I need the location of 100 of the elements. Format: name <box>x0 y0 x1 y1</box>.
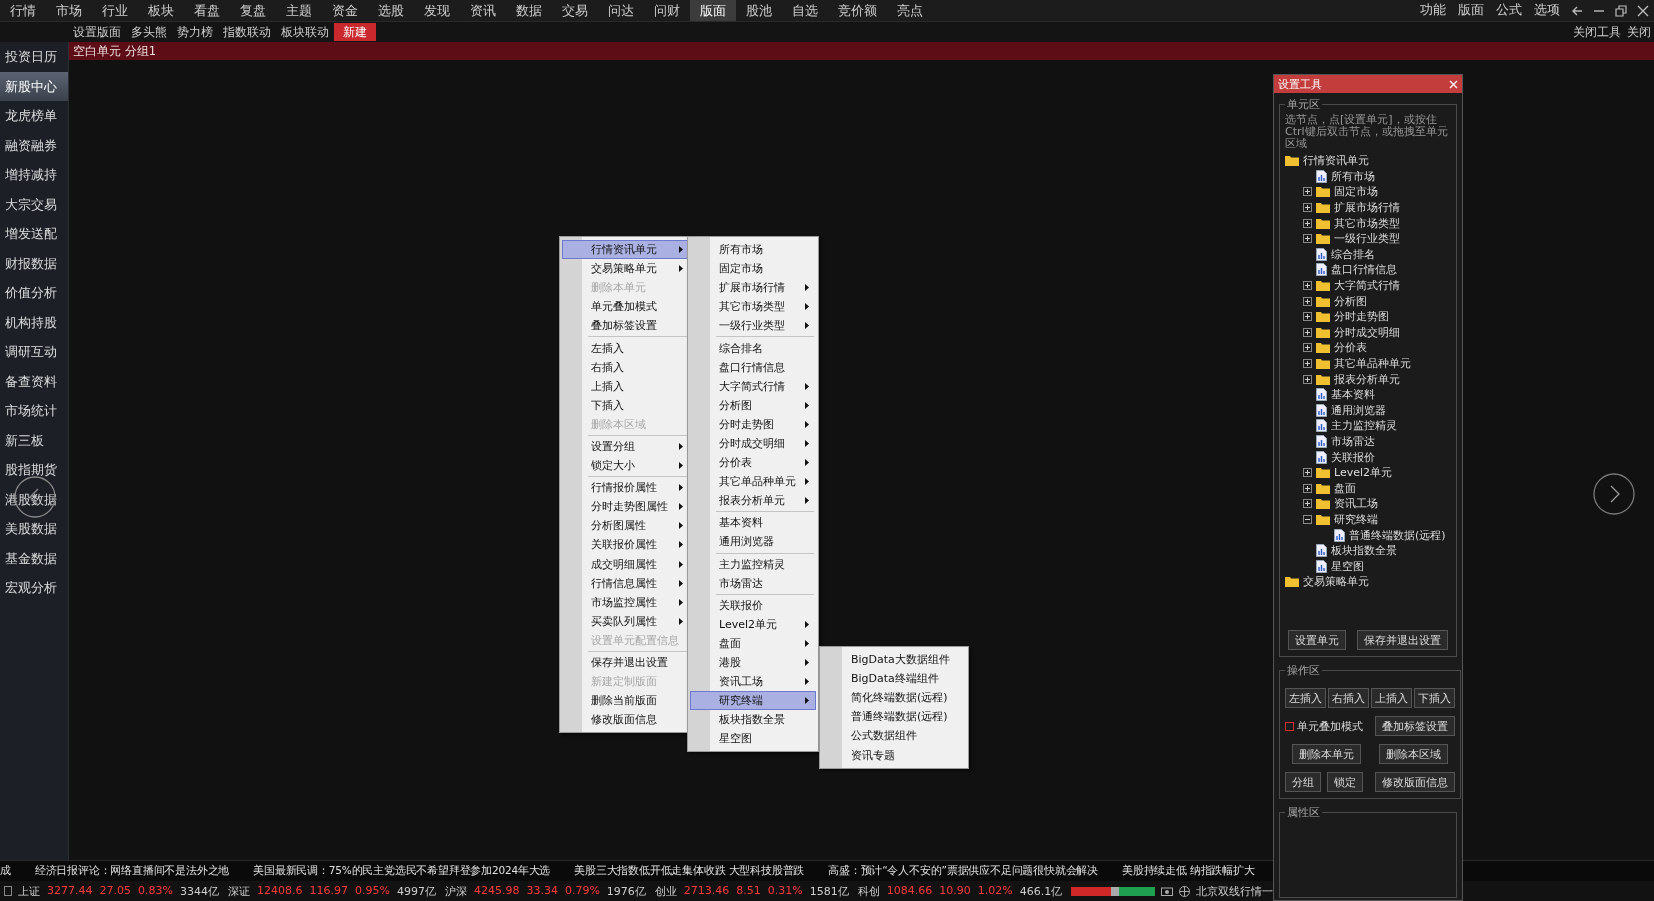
menu-item[interactable]: 数据 <box>506 0 552 21</box>
sidebar-item[interactable]: 股指期货 <box>0 455 68 485</box>
menu-item[interactable]: 其它市场类型 <box>690 297 816 317</box>
tool-button[interactable]: 右插入 <box>1328 688 1369 708</box>
tool-button[interactable]: 左插入 <box>1285 688 1326 708</box>
tool-button[interactable]: 设置单元 <box>1288 630 1346 650</box>
collapse-icon[interactable] <box>1303 514 1312 524</box>
expand-icon[interactable] <box>1303 468 1312 478</box>
menu-item[interactable]: 关联报价 <box>690 595 816 615</box>
sidebar-item[interactable]: 投资日历 <box>0 42 68 72</box>
toolbar-tab[interactable]: 多头熊 <box>126 23 172 41</box>
menu-item[interactable]: 公式 <box>1490 2 1528 19</box>
tree-node-label[interactable]: 其它市场类型 <box>1334 215 1400 231</box>
menu-item[interactable]: 资讯工场 <box>690 672 816 692</box>
menu-item[interactable]: 固定市场 <box>690 259 816 279</box>
tool-button[interactable]: 保存并退出设置 <box>1357 630 1448 650</box>
sidebar-item[interactable]: 市场统计 <box>0 396 68 426</box>
tool-button[interactable]: 分组 <box>1285 772 1321 792</box>
expand-icon[interactable] <box>1303 499 1312 509</box>
sidebar-item[interactable]: 宏观分析 <box>0 573 68 603</box>
news-headline[interactable]: 美国最新民调：75%的民主党选民不希望拜登参加2024年大选 <box>253 864 551 878</box>
news-headline[interactable]: 经济日报评论：网络直播间不是法外之地 <box>34 864 230 878</box>
menu-item[interactable]: 星空图 <box>690 729 816 749</box>
expand-icon[interactable] <box>1303 234 1312 244</box>
tree-node-label[interactable]: 交易策略单元 <box>1303 574 1369 590</box>
menu-item[interactable]: 选项 <box>1528 2 1566 19</box>
back-arrow-icon[interactable] <box>1571 4 1583 17</box>
menu-item[interactable]: 所有市场 <box>690 240 816 260</box>
menu-item[interactable]: 一级行业类型 <box>690 316 816 336</box>
menu-item[interactable]: 市场 <box>46 0 92 21</box>
menu-item[interactable]: 交易策略单元 <box>562 259 690 279</box>
menu-item[interactable]: 下插入 <box>562 395 690 415</box>
toolbar-link[interactable]: 关闭 <box>1624 24 1654 40</box>
menu-item[interactable]: 行情 <box>0 0 46 21</box>
menu-item[interactable]: 版面 <box>690 0 736 21</box>
expand-icon[interactable] <box>1303 343 1312 353</box>
menu-item[interactable]: 主力监控精灵 <box>690 554 816 574</box>
tree-node-label[interactable]: 研究终端 <box>1334 511 1378 527</box>
tree-node-label[interactable]: 关联报价 <box>1331 449 1375 465</box>
menu-item[interactable]: 分时成交明细 <box>690 433 816 454</box>
tree-node-label[interactable]: 报表分析单元 <box>1334 371 1400 387</box>
sidebar-item[interactable]: 增发送配 <box>0 219 68 249</box>
tree-node-label[interactable]: 基本资料 <box>1331 387 1375 403</box>
menu-item[interactable]: BigData终端组件 <box>822 669 966 689</box>
menu-item[interactable]: 分时走势图属性 <box>562 497 690 517</box>
menu-item[interactable]: 锁定大小 <box>562 456 690 476</box>
menu-item[interactable]: 分析图属性 <box>562 516 690 536</box>
sidebar-item[interactable]: 融资融券 <box>0 130 68 160</box>
menu-item[interactable]: 研究终端 <box>690 691 816 711</box>
tree-node-label[interactable]: 普通终端数据(远程) <box>1349 527 1446 543</box>
sidebar-item[interactable]: 价值分析 <box>0 278 68 308</box>
menu-item[interactable]: 通用浏览器 <box>690 532 816 552</box>
expand-icon[interactable] <box>1303 374 1312 384</box>
menu-item[interactable]: 资讯专题 <box>822 745 966 765</box>
index-name[interactable]: 科创 <box>857 883 880 899</box>
tree-node-label[interactable]: 分时成交明细 <box>1334 324 1400 340</box>
menu-item[interactable]: 设置分组 <box>562 436 690 457</box>
toolbar-tab[interactable]: 设置版面 <box>68 23 126 41</box>
menu-item[interactable]: 资金 <box>322 0 368 21</box>
menu-item[interactable]: 其它单品种单元 <box>690 472 816 492</box>
sidebar-item[interactable]: 增持减持 <box>0 160 68 190</box>
expand-icon[interactable] <box>1303 483 1312 493</box>
menu-item[interactable]: 复盘 <box>230 0 276 21</box>
expand-icon[interactable] <box>1303 281 1312 291</box>
menu-item[interactable]: 资讯 <box>460 0 506 21</box>
menu-item[interactable]: 看盘 <box>184 0 230 21</box>
menu-item[interactable]: 港股 <box>690 652 816 673</box>
news-headline[interactable]: 美股持续走低 纳指跌幅扩大 <box>1121 864 1255 878</box>
menu-item[interactable]: 问达 <box>598 0 644 21</box>
menu-item[interactable]: Level2单元 <box>690 614 816 634</box>
tree-node-label[interactable]: 盘面 <box>1334 480 1356 496</box>
index-name[interactable]: 沪深 <box>444 883 467 899</box>
sidebar-item[interactable]: 调研互动 <box>0 337 68 367</box>
tree-node-label[interactable]: 所有市场 <box>1331 168 1375 184</box>
toolbar-tab[interactable]: 指数联动 <box>218 23 276 41</box>
checkbox[interactable] <box>1285 721 1294 731</box>
menu-item[interactable]: 市场监控属性 <box>562 592 690 612</box>
restore-icon[interactable] <box>1615 4 1627 17</box>
tree-node-label[interactable]: 分析图 <box>1334 293 1367 309</box>
tree-node-label[interactable]: 通用浏览器 <box>1331 402 1386 418</box>
menu-item[interactable]: 简化终端数据(远程) <box>822 688 966 708</box>
menu-item[interactable]: 分析图 <box>690 395 816 415</box>
sidebar-item[interactable]: 龙虎榜单 <box>0 101 68 131</box>
tool-button[interactable]: 锁定 <box>1327 772 1363 792</box>
tool-button[interactable]: 删除本单元 <box>1291 744 1361 764</box>
menu-item[interactable]: 叠加标签设置 <box>562 316 690 336</box>
menu-item[interactable]: 大字简式行情 <box>690 376 816 396</box>
sidebar-item[interactable]: 财报数据 <box>0 248 68 278</box>
tree-node-label[interactable]: 行情资讯单元 <box>1303 153 1369 169</box>
menu-item[interactable]: 保存并退出设置 <box>562 652 690 673</box>
checkbox-label[interactable]: 单元叠加模式 <box>1297 718 1363 734</box>
news-headline[interactable]: 成 <box>0 864 11 878</box>
sidebar-item[interactable]: 新三板 <box>0 425 68 455</box>
menu-item[interactable]: 右插入 <box>562 357 690 377</box>
expand-icon[interactable] <box>1303 296 1312 306</box>
tree-node-label[interactable]: 资讯工场 <box>1334 496 1378 512</box>
tree-node-label[interactable]: 分价表 <box>1334 340 1367 356</box>
index-name[interactable]: 创业 <box>654 883 677 899</box>
sidebar-item[interactable]: 机构持股 <box>0 307 68 337</box>
tool-button[interactable]: 删除本区域 <box>1379 744 1449 764</box>
